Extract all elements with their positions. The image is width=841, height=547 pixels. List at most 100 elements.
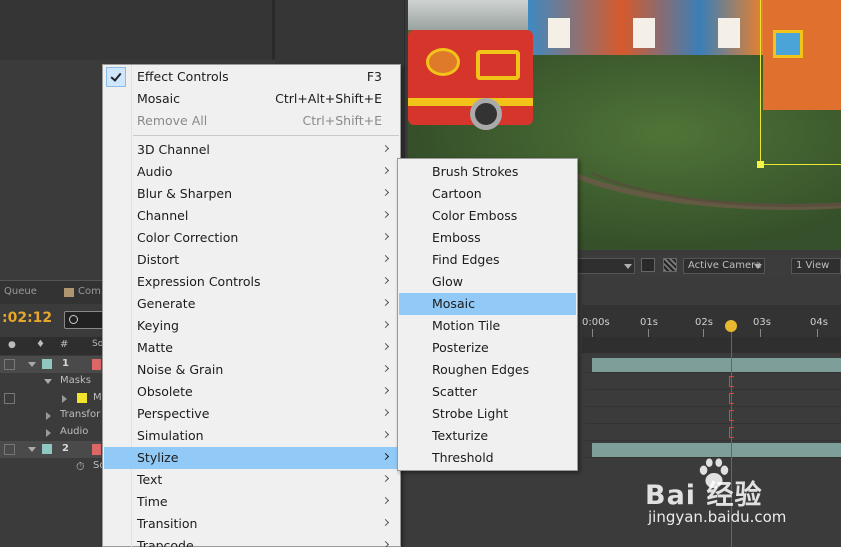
menu-item-blur-sharpen[interactable]: Blur & Sharpen <box>104 183 399 205</box>
menu-item-noise-grain[interactable]: Noise & Grain <box>104 359 399 381</box>
time-ruler[interactable]: 0:00s 01s 02s 03s 04s <box>582 305 841 337</box>
menu-item-trapcode[interactable]: Trapcode <box>104 535 399 547</box>
transform-group-row[interactable]: Transfor <box>0 407 105 424</box>
submenu-item-color-emboss[interactable]: Color Emboss <box>399 205 576 227</box>
submenu-item-roughen-edges[interactable]: Roughen Edges <box>399 359 576 381</box>
expand-arrow-icon[interactable] <box>46 429 51 437</box>
stopwatch-icon[interactable]: ⏱ <box>76 460 85 474</box>
menu-item-audio[interactable]: Audio <box>104 161 399 183</box>
current-timecode[interactable]: :02:12 <box>2 310 52 326</box>
menu-item-shortcut: Ctrl+Alt+Shift+E <box>275 91 382 106</box>
submenu-item-label: Scatter <box>432 384 478 399</box>
tab-render-queue[interactable]: Queue <box>4 286 37 297</box>
tab-composition[interactable]: Com <box>78 286 101 297</box>
menu-item-label: Distort <box>137 252 180 267</box>
menu-item-expression-controls[interactable]: Expression Controls <box>104 271 399 293</box>
label-color-swatch[interactable] <box>42 444 52 454</box>
visibility-toggle[interactable] <box>4 359 15 370</box>
submenu-item-label: Brush Strokes <box>432 164 519 179</box>
viewer-toolbar: Active Camera 1 View <box>575 255 841 277</box>
menu-item-generate[interactable]: Generate <box>104 293 399 315</box>
view-layout-dropdown[interactable]: 1 View <box>791 258 841 274</box>
chevron-right-icon <box>381 166 390 175</box>
layer-row-2[interactable]: 2 <box>0 441 105 458</box>
timeline-tabs: Queue Com <box>0 280 110 304</box>
masks-group-row[interactable]: Masks <box>0 373 105 390</box>
audio-group-row[interactable]: Audio <box>0 424 105 441</box>
menu-item-time[interactable]: Time <box>104 491 399 513</box>
menu-item-perspective[interactable]: Perspective <box>104 403 399 425</box>
label-color-swatch[interactable] <box>42 359 52 369</box>
expand-arrow-icon[interactable] <box>46 412 51 420</box>
submenu-item-strobe-light[interactable]: Strobe Light <box>399 403 576 425</box>
mask-vertex-handle[interactable] <box>757 161 764 168</box>
column-number-header: # <box>60 339 69 350</box>
menu-item-keying[interactable]: Keying <box>104 315 399 337</box>
menu-item-text[interactable]: Text <box>104 469 399 491</box>
track-row <box>585 424 841 441</box>
expand-arrow-icon[interactable] <box>44 379 52 384</box>
mask-selection-box[interactable] <box>760 0 841 165</box>
resolution-dropdown[interactable] <box>575 258 635 274</box>
keyframe-marker[interactable] <box>729 393 734 404</box>
submenu-item-cartoon[interactable]: Cartoon <box>399 183 576 205</box>
menu-item-channel[interactable]: Channel <box>104 205 399 227</box>
project-panel <box>0 0 275 60</box>
menu-item-obsolete[interactable]: Obsolete <box>104 381 399 403</box>
layer-row-1[interactable]: 1 <box>0 356 105 373</box>
mask-color-swatch[interactable] <box>77 393 87 403</box>
submenu-item-find-edges[interactable]: Find Edges <box>399 249 576 271</box>
mask-row[interactable]: M <box>0 390 105 407</box>
submenu-item-threshold[interactable]: Threshold <box>399 447 576 469</box>
expand-arrow-icon[interactable] <box>28 362 36 367</box>
chevron-right-icon <box>381 188 390 197</box>
work-area-bar[interactable] <box>582 337 841 353</box>
submenu-item-label: Texturize <box>432 428 489 443</box>
mask-visibility-toggle[interactable] <box>4 393 15 404</box>
menu-item-label: Perspective <box>137 406 210 421</box>
submenu-item-glow[interactable]: Glow <box>399 271 576 293</box>
track-row <box>585 407 841 424</box>
ruler-label: 0:00s <box>582 317 610 328</box>
menu-item-mosaic[interactable]: Mosaic Ctrl+Alt+Shift+E <box>104 88 399 110</box>
region-of-interest-icon[interactable] <box>641 258 655 272</box>
submenu-item-scatter[interactable]: Scatter <box>399 381 576 403</box>
expand-arrow-icon[interactable] <box>62 395 67 403</box>
submenu-item-posterize[interactable]: Posterize <box>399 337 576 359</box>
current-time-handle[interactable] <box>725 320 737 332</box>
masks-label: Masks <box>60 375 91 386</box>
menu-item-3d-channel[interactable]: 3D Channel <box>104 139 399 161</box>
chevron-right-icon <box>381 452 390 461</box>
chevron-right-icon <box>381 210 390 219</box>
camera-dropdown[interactable]: Active Camera <box>683 258 765 274</box>
keyframe-marker[interactable] <box>729 376 734 387</box>
chevron-right-icon <box>381 232 390 241</box>
label-icon: ♦ <box>36 339 45 350</box>
menu-item-label: Mosaic <box>137 91 180 106</box>
menu-item-effect-controls[interactable]: Effect Controls F3 <box>104 66 399 88</box>
submenu-item-mosaic[interactable]: Mosaic <box>399 293 576 315</box>
keyframe-marker[interactable] <box>729 427 734 438</box>
ruler-label: 01s <box>640 317 658 328</box>
ruler-label: 03s <box>753 317 771 328</box>
submenu-item-label: Threshold <box>432 450 494 465</box>
visibility-toggle[interactable] <box>4 444 15 455</box>
chevron-right-icon <box>381 320 390 329</box>
property-row[interactable]: ⏱ So <box>0 458 105 475</box>
menu-item-color-correction[interactable]: Color Correction <box>104 227 399 249</box>
expand-arrow-icon[interactable] <box>28 447 36 452</box>
menu-item-simulation[interactable]: Simulation <box>104 425 399 447</box>
menu-item-transition[interactable]: Transition <box>104 513 399 535</box>
layer-1-clip-bar[interactable] <box>592 358 841 372</box>
train-door <box>548 18 570 48</box>
submenu-item-texturize[interactable]: Texturize <box>399 425 576 447</box>
submenu-item-brush-strokes[interactable]: Brush Strokes <box>399 161 576 183</box>
keyframe-marker[interactable] <box>729 410 734 421</box>
menu-item-matte[interactable]: Matte <box>104 337 399 359</box>
chevron-right-icon <box>381 276 390 285</box>
menu-item-stylize[interactable]: Stylize <box>104 447 399 469</box>
submenu-item-motion-tile[interactable]: Motion Tile <box>399 315 576 337</box>
menu-item-distort[interactable]: Distort <box>104 249 399 271</box>
transparency-grid-icon[interactable] <box>663 258 677 272</box>
submenu-item-emboss[interactable]: Emboss <box>399 227 576 249</box>
